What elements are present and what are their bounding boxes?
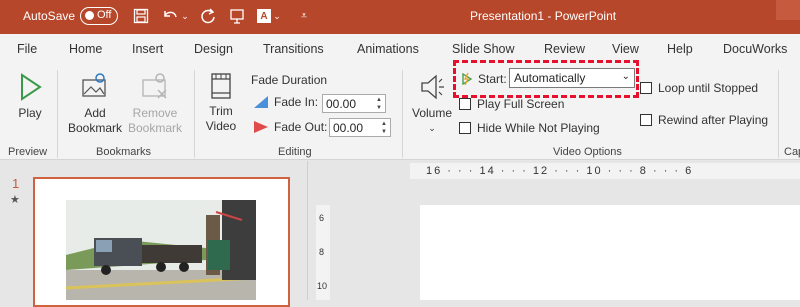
loop-until-stopped-checkbox[interactable] (640, 82, 652, 94)
tab-view[interactable]: View (612, 42, 639, 56)
ribbon: Play Preview Add Bookmark Remove Bookmar… (0, 64, 800, 160)
slide-canvas[interactable] (420, 205, 800, 300)
hide-while-not-playing-label: Hide While Not Playing (477, 121, 600, 135)
fade-in-icon (254, 96, 268, 108)
tab-transitions[interactable]: Transitions (263, 42, 324, 56)
volume-label: Volume (411, 106, 453, 120)
group-divider (194, 70, 195, 158)
fade-in-input[interactable]: 00.00 ▲ ▼ (322, 94, 386, 113)
autosave-toggle[interactable]: Off (80, 7, 118, 25)
autosave-label: AutoSave (23, 9, 76, 23)
highlight-box (453, 60, 639, 98)
tab-help[interactable]: Help (667, 42, 693, 56)
redo-icon[interactable] (198, 6, 218, 26)
loop-until-stopped-label: Loop until Stopped (658, 81, 759, 95)
tab-home[interactable]: Home (69, 42, 102, 56)
undo-icon[interactable] (160, 6, 180, 26)
customize-icon[interactable]: ⩡ (294, 6, 314, 26)
undo-dropdown-icon[interactable]: ⌄ (180, 6, 190, 26)
window-title: Presentation1 - PowerPoint (470, 9, 617, 23)
play-full-screen-row[interactable]: Play Full Screen (459, 97, 564, 111)
play-full-screen-checkbox[interactable] (459, 98, 471, 110)
rewind-after-playing-checkbox[interactable] (640, 114, 652, 126)
play-button[interactable]: Play (10, 72, 50, 121)
animation-star-icon: ★ (10, 194, 20, 206)
volume-button[interactable]: Volume ⌄ (408, 72, 456, 136)
tab-animations[interactable]: Animations (357, 42, 419, 56)
present-icon[interactable] (227, 6, 247, 26)
rewind-after-playing-row[interactable]: Rewind after Playing (640, 113, 768, 127)
font-icon[interactable]: A (254, 6, 274, 26)
hide-while-not-playing-row[interactable]: Hide While Not Playing (459, 121, 600, 135)
add-bookmark-label-1: Add (84, 106, 106, 120)
group-label-bookmarks: Bookmarks (96, 146, 152, 158)
fade-out-input[interactable]: 00.00 ▲ ▼ (329, 118, 391, 137)
title-bar: AutoSave Off ⌄ A ⌄ ⩡ Presentation1 - Pow… (0, 0, 800, 34)
add-bookmark-label-2: Bookmark (67, 121, 123, 135)
group-label-preview: Preview (8, 146, 48, 158)
hide-while-not-playing-checkbox[interactable] (459, 122, 471, 134)
ruler-ticks: 16 · · · 14 · · · 12 · · · 10 · · · 8 · … (426, 165, 694, 177)
fade-in-value: 00.00 (326, 97, 357, 111)
remove-bookmark-icon (142, 73, 167, 99)
trim-video-icon (211, 73, 231, 99)
play-icon (21, 73, 42, 101)
rewind-after-playing-label: Rewind after Playing (658, 113, 769, 127)
fade-in-label: Fade In: (274, 95, 319, 109)
truck-photo (66, 200, 256, 300)
group-divider (57, 70, 58, 158)
fade-in-spinner-icon[interactable]: ▲ ▼ (374, 96, 384, 112)
remove-bookmark-button[interactable]: Remove Bookmark (124, 72, 186, 136)
fade-out-label: Fade Out: (274, 120, 328, 134)
vertical-ruler: 6 8 10 (316, 205, 330, 300)
fade-out-icon (254, 121, 268, 133)
horizontal-ruler: 16 · · · 14 · · · 12 · · · 10 · · · 8 · … (410, 163, 800, 179)
font-dropdown-icon[interactable]: ⌄ (272, 6, 282, 26)
trim-video-button[interactable]: Trim Video (200, 70, 242, 134)
fade-duration-label: Fade Duration (251, 73, 328, 87)
group-label-editing: Editing (278, 146, 312, 158)
fade-out-spinner-icon[interactable]: ▲ ▼ (379, 120, 389, 136)
trim-label-2: Video (205, 119, 237, 133)
group-divider (778, 70, 779, 158)
add-bookmark-button[interactable]: Add Bookmark (64, 72, 126, 136)
group-label-cut: Cap (784, 146, 800, 158)
loop-until-stopped-row[interactable]: Loop until Stopped (640, 81, 758, 95)
toggle-knob (85, 11, 94, 20)
ruler-tick-10: 10 (317, 281, 328, 291)
fade-in-row: Fade In: (253, 95, 318, 109)
group-label-video-options: Video Options (553, 146, 622, 158)
trim-label-1: Trim (209, 104, 233, 118)
tab-file[interactable]: File (17, 42, 37, 56)
ribbon-tabs: File Home Insert Design Transitions Anim… (0, 34, 800, 64)
autosave-state: Off (97, 9, 112, 21)
slide-number: 1 (12, 176, 20, 191)
remove-bookmark-label-2: Bookmark (127, 121, 183, 135)
volume-icon (421, 74, 444, 100)
tab-docuworks[interactable]: DocuWorks (723, 42, 787, 56)
group-divider (402, 70, 403, 158)
tab-design[interactable]: Design (194, 42, 233, 56)
ruler-tick-8: 8 (319, 247, 325, 257)
tab-review[interactable]: Review (544, 42, 585, 56)
slide-photo (66, 200, 256, 300)
tab-slide-show[interactable]: Slide Show (452, 42, 515, 56)
volume-dropdown-icon: ⌄ (428, 123, 436, 133)
tab-insert[interactable]: Insert (132, 42, 163, 56)
remove-bookmark-label-1: Remove (132, 106, 178, 120)
fade-out-row: Fade Out: (253, 120, 327, 134)
fade-out-value: 00.00 (333, 121, 364, 135)
play-full-screen-label: Play Full Screen (477, 97, 565, 111)
save-icon[interactable] (131, 6, 151, 26)
ruler-tick-6: 6 (319, 213, 325, 223)
window-control[interactable] (776, 0, 800, 20)
add-bookmark-icon (82, 73, 106, 97)
play-label: Play (18, 106, 42, 120)
